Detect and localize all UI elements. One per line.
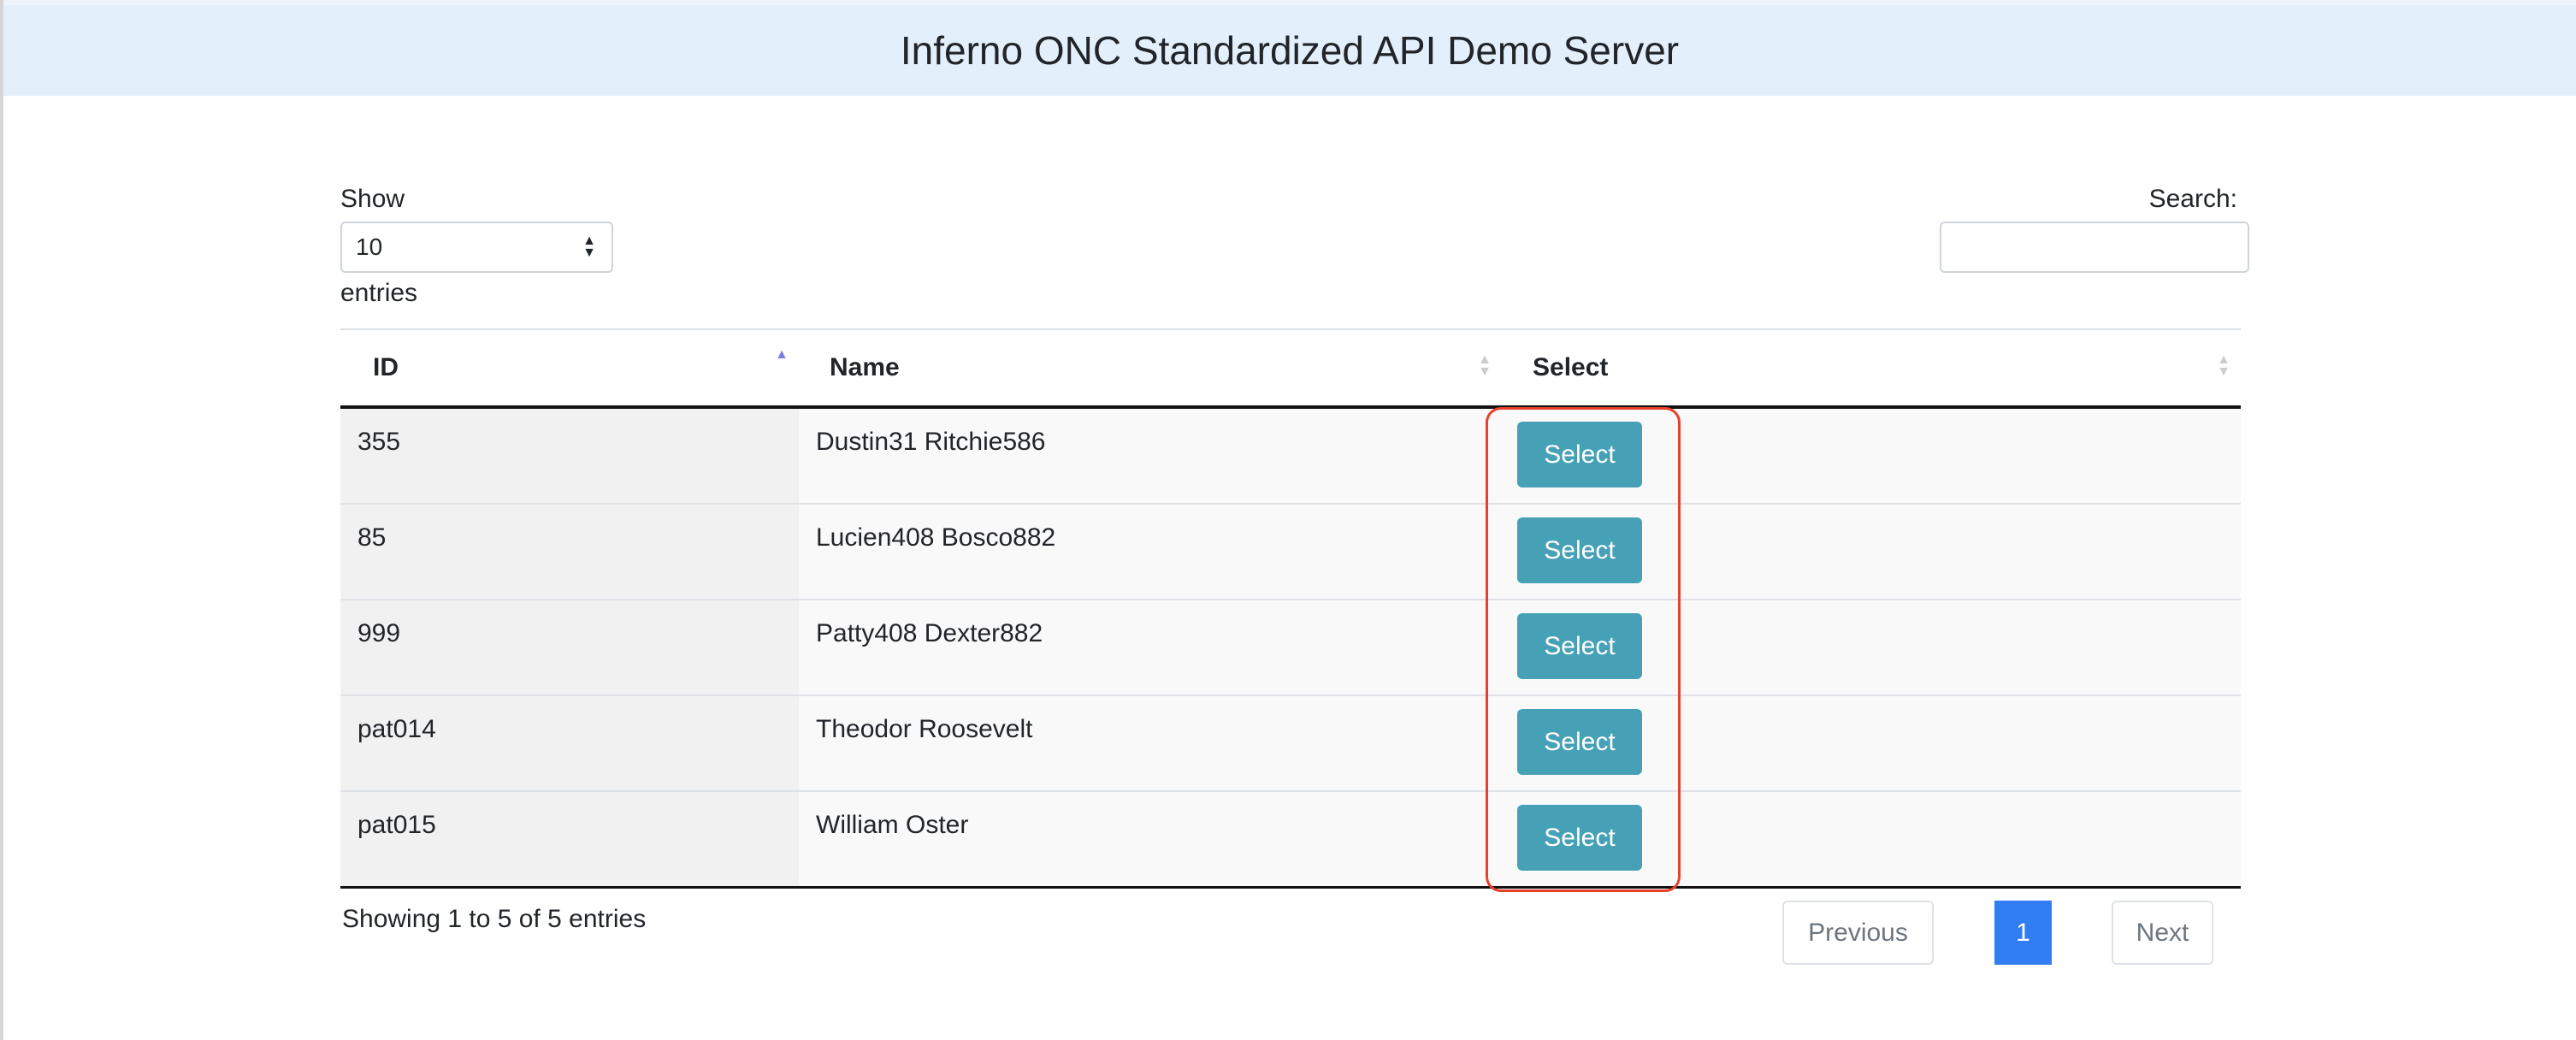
sort-ascending-icon: ▲: [775, 347, 789, 362]
table-row: 85 Lucien408 Bosco882 Select: [340, 505, 2241, 600]
table-row: pat014 Theodor Roosevelt Select: [340, 696, 2241, 792]
sort-icon: ▲ ▼: [1478, 352, 1492, 379]
cell-name: Theodor Roosevelt: [816, 715, 1033, 743]
table-info: Showing 1 to 5 of 5 entries: [342, 905, 647, 933]
cell-name: Dustin31 Ritchie586: [816, 428, 1046, 456]
column-label: Name: [830, 353, 900, 381]
column-label: ID: [373, 353, 399, 381]
page-title: Inferno ONC Standardized API Demo Server: [900, 28, 1680, 73]
cell-name: Lucien408 Bosco882: [816, 523, 1056, 552]
search-input[interactable]: [1940, 222, 2249, 273]
table-row: 999 Patty408 Dexter882 Select: [340, 600, 2241, 696]
patients-table: ID ▲ Name ▲ ▼ Select ▲ ▼ 355 Dustin31 Ritch…: [340, 328, 2241, 889]
cell-id: 85: [340, 505, 799, 599]
select-arrows-icon: ▲ ▼: [582, 233, 596, 260]
search-label: Search:: [2148, 185, 2237, 213]
column-header-name[interactable]: Name ▲ ▼: [799, 330, 1502, 405]
entries-label: entries: [340, 279, 418, 307]
cell-name: Patty408 Dexter882: [816, 619, 1043, 647]
column-header-select[interactable]: Select ▲ ▼: [1502, 330, 2241, 405]
column-label: Select: [1533, 353, 1609, 381]
previous-page-button[interactable]: Previous: [1782, 901, 1934, 965]
cell-id: pat014: [340, 696, 799, 790]
cell-id: 999: [340, 600, 799, 694]
table-header: ID ▲ Name ▲ ▼ Select ▲ ▼: [340, 330, 2241, 409]
show-label: Show: [340, 185, 405, 213]
highlight-annotation: [1486, 407, 1681, 892]
sort-icon: ▲ ▼: [2217, 352, 2230, 379]
table-row: pat015 William Oster Select: [340, 792, 2241, 889]
next-page-button[interactable]: Next: [2112, 901, 2213, 965]
column-header-id[interactable]: ID ▲: [340, 330, 799, 405]
cell-name: William Oster: [816, 811, 969, 839]
table-row: 355 Dustin31 Ritchie586 Select: [340, 409, 2241, 505]
cell-id: pat015: [340, 792, 799, 886]
page-1-button[interactable]: 1: [1994, 901, 2052, 965]
entries-per-page-value: 10: [356, 233, 383, 260]
table-body: 355 Dustin31 Ritchie586 Select 85 Lucien408…: [340, 409, 2241, 889]
page-header: Inferno ONC Standardized API Demo Server: [3, 0, 2576, 96]
entries-per-page-select[interactable]: 10 ▲ ▼: [340, 222, 613, 273]
cell-id: 355: [340, 409, 799, 503]
